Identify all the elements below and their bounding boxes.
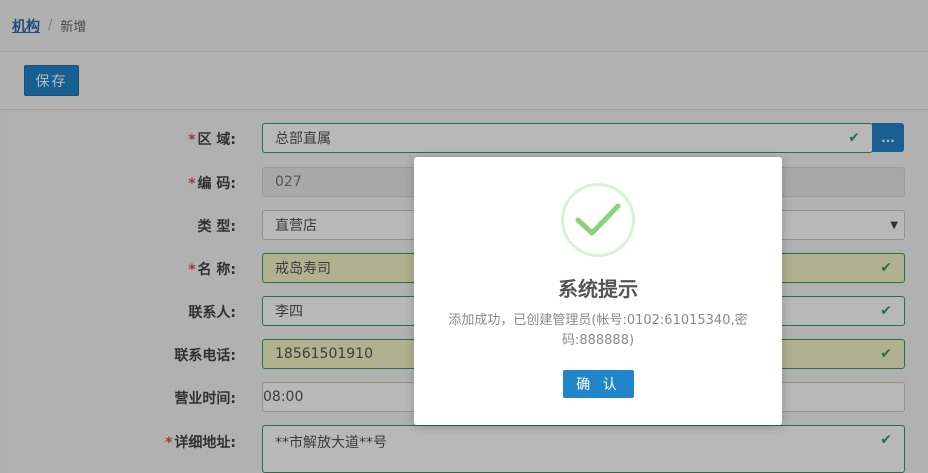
dialog-title: 系统提示 bbox=[558, 277, 638, 301]
dialog-message: 添加成功，已创建管理员(帐号:0102:61015340,密码:888888) bbox=[448, 313, 748, 348]
confirm-button[interactable]: 确 认 bbox=[563, 370, 634, 398]
system-dialog: 系统提示 添加成功，已创建管理员(帐号:0102:61015340,密码:888… bbox=[414, 157, 782, 425]
success-check-icon bbox=[561, 183, 635, 257]
